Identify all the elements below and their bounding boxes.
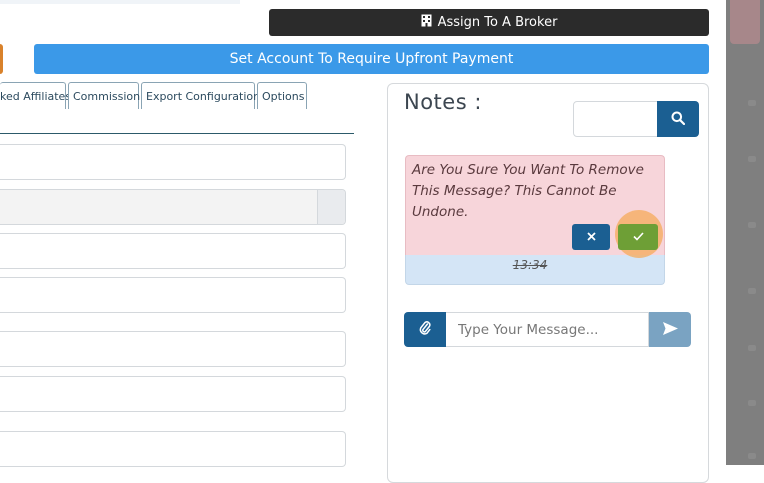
notes-search-input[interactable] <box>573 101 659 137</box>
building-icon <box>421 14 432 31</box>
tab-underline <box>0 133 354 134</box>
tab-linked-affiliates[interactable]: ked Affiliates <box>0 82 71 109</box>
form-field[interactable] <box>0 376 346 412</box>
form-field[interactable] <box>0 331 346 367</box>
form-field[interactable] <box>0 431 346 467</box>
notes-search-button[interactable] <box>657 101 699 137</box>
tab-label: Options <box>262 89 305 103</box>
form-select-field[interactable] <box>0 189 346 225</box>
form-field[interactable] <box>0 277 346 313</box>
backdrop-marker <box>748 453 756 459</box>
orange-button-stub[interactable] <box>0 44 3 74</box>
field-addon[interactable] <box>317 190 345 224</box>
check-icon <box>632 230 644 245</box>
notes-title: Notes : <box>404 90 482 114</box>
cancel-delete-button[interactable] <box>572 224 610 250</box>
top-strip <box>0 0 240 4</box>
require-upfront-payment-button[interactable]: Set Account To Require Upfront Payment <box>34 44 709 74</box>
form-field[interactable] <box>0 144 346 180</box>
search-icon <box>671 110 686 129</box>
backdrop-red-block <box>730 0 760 44</box>
backdrop-marker <box>748 345 756 351</box>
assign-broker-label: Assign To A Broker <box>437 15 558 30</box>
tab-label: Export Configuration <box>146 89 261 103</box>
tab-export-configuration[interactable]: Export Configuration <box>141 82 260 109</box>
send-icon <box>662 320 678 339</box>
tab-commission[interactable]: Commission <box>68 82 141 109</box>
send-button[interactable] <box>649 312 691 347</box>
backdrop-marker <box>748 222 756 228</box>
confirm-message: Are You Sure You Want To Remove This Mes… <box>412 162 644 220</box>
message-input[interactable] <box>446 312 649 347</box>
tab-options[interactable]: Options <box>257 82 307 109</box>
modal-backdrop-edge <box>726 0 764 465</box>
confirm-delete-button[interactable] <box>618 224 658 250</box>
backdrop-marker <box>748 288 756 294</box>
backdrop-marker <box>748 400 756 406</box>
form-field[interactable] <box>0 233 346 269</box>
settings-tabs: ked Affiliates Commission Export Configu… <box>0 82 307 110</box>
assign-broker-button[interactable]: Assign To A Broker <box>269 9 709 36</box>
tab-label: ked Affiliates <box>0 89 72 103</box>
attach-button[interactable] <box>404 312 446 347</box>
backdrop-marker <box>748 156 756 162</box>
tab-label: Commission <box>73 89 141 103</box>
paperclip-icon <box>419 320 431 339</box>
message-timestamp: 13:34 <box>512 258 548 272</box>
close-icon <box>586 229 596 245</box>
backdrop-marker <box>748 100 756 106</box>
upfront-label: Set Account To Require Upfront Payment <box>229 51 514 67</box>
